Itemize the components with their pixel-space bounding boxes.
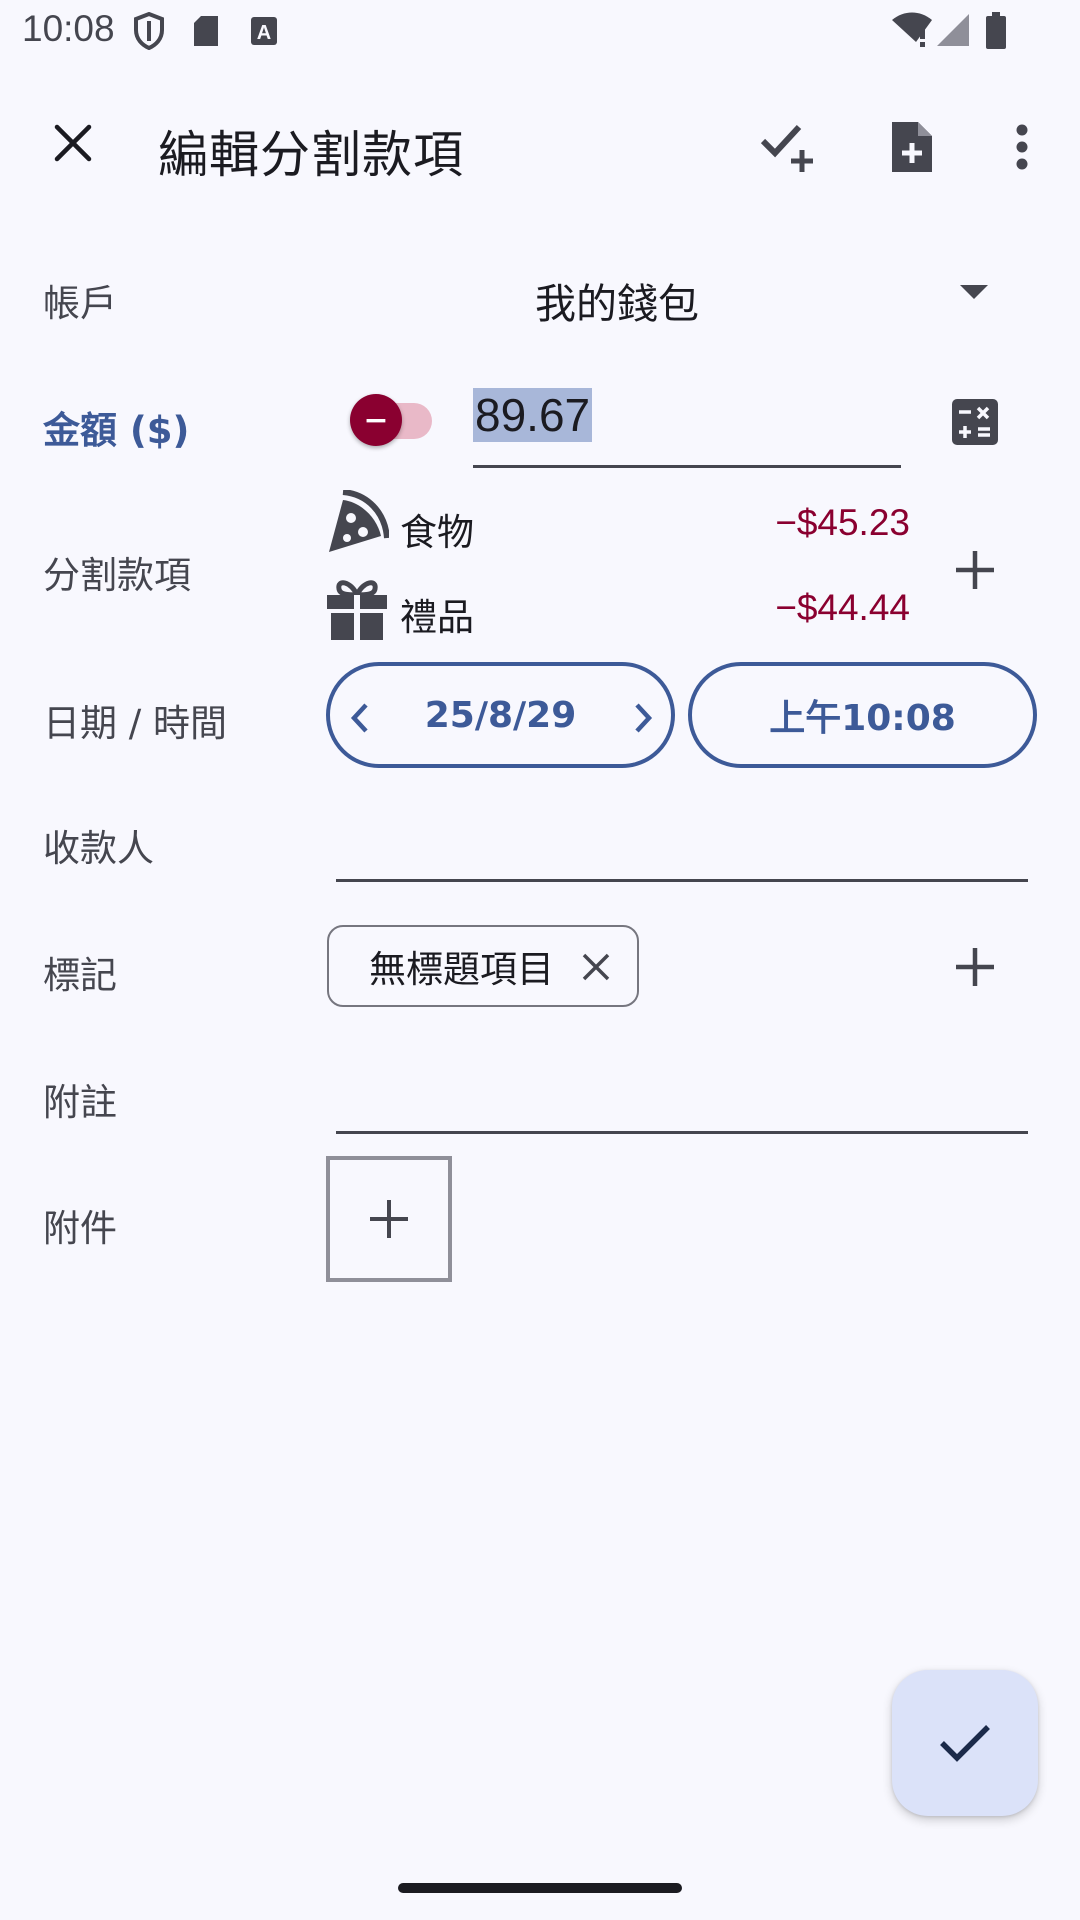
- chevron-right-icon[interactable]: [633, 702, 653, 734]
- check-add-icon: [760, 124, 813, 172]
- date-picker[interactable]: 25/8/29: [326, 662, 675, 768]
- amount-label: 金額 ($): [43, 409, 190, 452]
- note-add-icon: [892, 122, 932, 172]
- save-and-new-button[interactable]: [752, 112, 822, 182]
- page-title: 編輯分割款項: [158, 126, 464, 184]
- account-label: 帳戶: [43, 282, 117, 325]
- amount-value[interactable]: 89.67: [473, 388, 593, 442]
- time-value: 上午10:08: [769, 698, 956, 739]
- notes-underline: [336, 1131, 1028, 1134]
- sign-toggle[interactable]: −: [350, 394, 402, 446]
- datetime-label: 日期 / 時間: [43, 702, 227, 745]
- split-item-food[interactable]: 食物 −$45.23: [325, 490, 915, 560]
- account-dropdown[interactable]: 我的錢包: [520, 255, 1020, 335]
- add-tag-button[interactable]: [950, 942, 1000, 992]
- close-icon[interactable]: [582, 953, 610, 981]
- payee-input[interactable]: [336, 800, 1028, 882]
- notes-label: 附註: [43, 1081, 117, 1124]
- shield-icon: [133, 11, 165, 54]
- split-amount: −$44.44: [775, 587, 910, 628]
- payee-underline: [336, 879, 1028, 882]
- more-vert-icon: [1016, 124, 1028, 170]
- keyboard-a-icon: A: [250, 16, 278, 50]
- check-icon: [940, 1725, 990, 1762]
- date-value: 25/8/29: [424, 694, 577, 736]
- home-indicator[interactable]: [398, 1883, 682, 1893]
- attachments-label: 附件: [43, 1207, 117, 1250]
- tags-label: 標記: [43, 954, 117, 997]
- minus-sign: −: [363, 402, 389, 438]
- add-icon: [956, 551, 994, 589]
- close-button[interactable]: [42, 112, 104, 174]
- gift-icon: [327, 580, 387, 641]
- signal-icon: [935, 12, 971, 52]
- wifi-alert-icon: [890, 12, 934, 52]
- notes-input[interactable]: [336, 1050, 1028, 1132]
- split-category: 禮品: [400, 596, 474, 639]
- add-split-button[interactable]: [950, 545, 1000, 595]
- more-options-button[interactable]: [1000, 112, 1044, 182]
- split-category: 食物: [400, 511, 474, 554]
- calculator-button[interactable]: [945, 392, 1005, 452]
- add-attachment-button[interactable]: [326, 1156, 452, 1282]
- tag-chip-label: 無標題項目: [369, 948, 554, 991]
- sd-card-icon: [192, 14, 220, 52]
- close-icon: [54, 124, 92, 162]
- split-item-gift[interactable]: 禮品 −$44.44: [325, 575, 915, 645]
- splits-label: 分割款項: [43, 554, 191, 597]
- split-amount: −$45.23: [775, 502, 910, 543]
- chevron-left-icon[interactable]: [350, 702, 370, 734]
- add-icon: [956, 948, 994, 986]
- dropdown-arrow-icon: [960, 285, 988, 299]
- account-value: 我的錢包: [535, 280, 699, 328]
- calculator-icon: [952, 399, 998, 445]
- time-picker[interactable]: 上午10:08: [688, 662, 1037, 768]
- status-time: 10:08: [22, 8, 115, 49]
- new-document-button[interactable]: [876, 112, 946, 182]
- save-fab[interactable]: [892, 1670, 1038, 1816]
- add-icon: [370, 1200, 408, 1238]
- svg-text:A: A: [257, 22, 271, 44]
- payee-label: 收款人: [43, 827, 154, 870]
- tag-chip[interactable]: 無標題項目: [327, 925, 639, 1007]
- battery-icon: [985, 12, 1007, 54]
- pizza-icon: [329, 490, 389, 552]
